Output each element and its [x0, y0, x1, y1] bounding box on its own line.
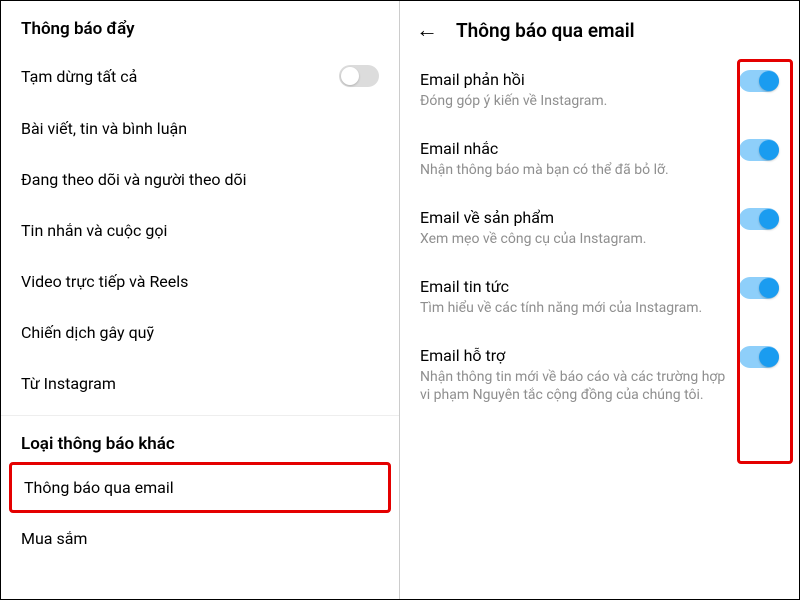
email-support-row[interactable]: Email hỗ trợ Nhận thông tin mới về báo c… — [400, 332, 799, 420]
nav-label: Đang theo dõi và người theo dõi — [21, 170, 247, 189]
nav-item-fundraisers[interactable]: Chiến dịch gây quỹ — [1, 307, 399, 358]
email-desc: Xem mẹo về công cụ của Instagram. — [420, 230, 727, 249]
nav-label: Tin nhắn và cuộc gọi — [21, 221, 167, 240]
email-text: Email về sản phẩm Xem mẹo về công cụ của… — [420, 208, 727, 249]
nav-item-email-notifications[interactable]: Thông báo qua email — [9, 462, 391, 513]
email-label: Email phản hồi — [420, 70, 727, 89]
nav-item-from-instagram[interactable]: Từ Instagram — [1, 358, 399, 409]
pause-all-row[interactable]: Tạm dừng tất cả — [1, 49, 399, 103]
email-text: Email tin tức Tìm hiểu về các tính năng … — [420, 277, 727, 318]
email-notifications-panel: ← Thông báo qua email Email phản hồi Đón… — [400, 1, 799, 599]
nav-item-live-reels[interactable]: Video trực tiếp và Reels — [1, 256, 399, 307]
email-label: Email hỗ trợ — [420, 346, 727, 365]
push-notifications-panel: Thông báo đẩy Tạm dừng tất cả Bài viết, … — [1, 1, 400, 599]
email-desc: Nhận thông báo mà bạn có thể đã bỏ lỡ. — [420, 161, 727, 180]
nav-label: Chiến dịch gây quỹ — [21, 323, 154, 342]
email-product-toggle[interactable] — [739, 208, 779, 230]
push-title: Thông báo đẩy — [1, 19, 399, 49]
email-support-toggle[interactable] — [739, 346, 779, 368]
email-label: Email về sản phẩm — [420, 208, 727, 227]
nav-item-posts[interactable]: Bài viết, tin và bình luận — [1, 103, 399, 154]
nav-label: Video trực tiếp và Reels — [21, 272, 188, 291]
email-feedback-toggle[interactable] — [739, 70, 779, 92]
email-label: Email nhắc — [420, 139, 727, 158]
nav-item-following[interactable]: Đang theo dõi và người theo dõi — [1, 154, 399, 205]
nav-label: Từ Instagram — [21, 374, 116, 393]
email-text: Email nhắc Nhận thông báo mà bạn có thể … — [420, 139, 727, 180]
email-news-row[interactable]: Email tin tức Tìm hiểu về các tính năng … — [400, 263, 799, 332]
nav-item-messages[interactable]: Tin nhắn và cuộc gọi — [1, 205, 399, 256]
email-text: Email phản hồi Đóng góp ý kiến về Instag… — [420, 70, 727, 111]
nav-label: Mua sắm — [21, 529, 87, 548]
nav-item-shopping[interactable]: Mua sắm — [1, 513, 399, 564]
email-label: Email tin tức — [420, 277, 727, 296]
email-desc: Tìm hiểu về các tính năng mới của Instag… — [420, 299, 727, 318]
pause-all-toggle[interactable] — [339, 65, 379, 87]
email-news-toggle[interactable] — [739, 277, 779, 299]
email-desc: Nhận thông tin mới về báo cáo và các trư… — [420, 368, 727, 406]
back-arrow-icon[interactable]: ← — [416, 20, 438, 42]
email-panel-title: Thông báo qua email — [456, 19, 635, 42]
email-text: Email hỗ trợ Nhận thông tin mới về báo c… — [420, 346, 727, 406]
nav-label: Thông báo qua email — [24, 478, 174, 497]
email-desc: Đóng góp ý kiến về Instagram. — [420, 92, 727, 111]
right-header: ← Thông báo qua email — [400, 1, 799, 56]
pause-all-label: Tạm dừng tất cả — [21, 67, 137, 86]
email-reminder-row[interactable]: Email nhắc Nhận thông báo mà bạn có thể … — [400, 125, 799, 194]
email-reminder-toggle[interactable] — [739, 139, 779, 161]
email-feedback-row[interactable]: Email phản hồi Đóng góp ý kiến về Instag… — [400, 56, 799, 125]
email-product-row[interactable]: Email về sản phẩm Xem mẹo về công cụ của… — [400, 194, 799, 263]
nav-label: Bài viết, tin và bình luận — [21, 119, 187, 138]
other-notifications-header: Loại thông báo khác — [1, 415, 399, 462]
